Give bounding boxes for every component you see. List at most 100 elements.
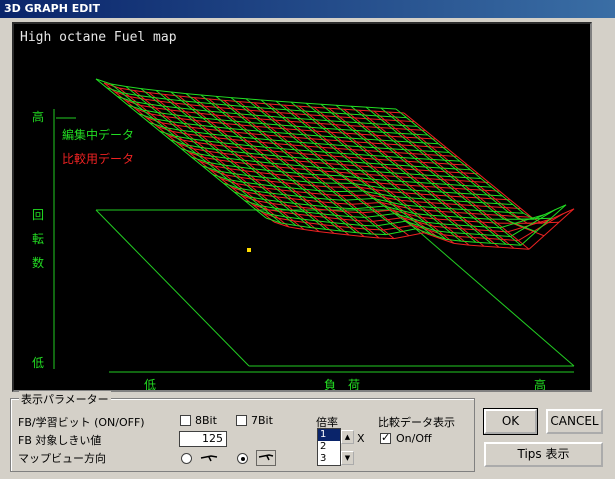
- compare-surface-edge: [328, 163, 344, 166]
- compare-surface-edge: [253, 102, 270, 105]
- edit-surface-edge: [277, 124, 293, 127]
- ok-button[interactable]: OK: [483, 408, 538, 435]
- compare-surface-edge: [356, 141, 372, 144]
- compare-surface-edge: [448, 171, 464, 174]
- x-axis-high-label: 高: [534, 378, 547, 392]
- arrow-down-icon: ▼: [344, 454, 351, 462]
- tips-button[interactable]: Tips 表示: [484, 442, 603, 467]
- edit-surface-edge: [422, 198, 438, 201]
- edit-surface-edge: [316, 111, 332, 114]
- scale-option-3[interactable]: 3: [318, 453, 340, 465]
- compare-surface-edge: [238, 101, 255, 104]
- edit-surface-edge: [296, 172, 312, 175]
- compare-surface-edge: [208, 98, 225, 101]
- scale-option-2[interactable]: 2: [318, 441, 340, 453]
- edit-surface-edge: [416, 181, 432, 184]
- edit-surface-edge: [480, 234, 496, 237]
- edit-surface-edge: [459, 216, 475, 219]
- compare-toggle-checkbox[interactable]: [380, 431, 391, 444]
- compare-surface-edge: [462, 228, 478, 231]
- view-direction-2-radio[interactable]: [237, 453, 248, 464]
- compare-surface-edge: [337, 148, 353, 151]
- compare-surface-edge: [283, 104, 300, 107]
- edit-cursor-marker[interactable]: [247, 248, 251, 252]
- scale-listbox[interactable]: 1 2 3: [317, 428, 341, 466]
- compare-surface-edge: [379, 182, 395, 185]
- compare-surface-edge: [373, 110, 390, 113]
- edit-surface-edge: [444, 159, 460, 162]
- cancel-button[interactable]: CANCEL: [546, 409, 603, 434]
- compare-surface-edge: [264, 110, 280, 114]
- compare-surface-edge: [395, 128, 411, 130]
- threshold-input[interactable]: 125: [179, 431, 227, 447]
- edit-surface-edge: [311, 173, 327, 176]
- graph-3d-view[interactable]: High octane Fuel map 高 回 転 数 低 低 負 荷 高 編…: [12, 22, 592, 392]
- compare-surface-edge: [305, 121, 321, 125]
- edit-surface-edge: [390, 220, 406, 225]
- edit-surface-edge: [389, 148, 405, 151]
- edit-surface-edge: [290, 156, 306, 159]
- edit-surface-edge: [344, 145, 360, 148]
- edit-surface-edge: [495, 235, 511, 238]
- edit-surface-edge: [508, 211, 524, 214]
- scale-down-button[interactable]: ▼: [341, 451, 354, 465]
- compare-surface-edge: [397, 152, 413, 155]
- compare-surface-edge: [407, 160, 423, 163]
- compare-surface-edge: [326, 139, 342, 142]
- surface-plot: [53, 78, 575, 373]
- edit-surface-edge: [493, 210, 509, 213]
- edit-surface-edge: [269, 139, 285, 142]
- compare-toggle-label: On/Off: [396, 432, 432, 445]
- compare-surface-edge: [313, 161, 329, 165]
- edit-surface-edge: [320, 159, 336, 162]
- view-direction-2-icon: [256, 450, 276, 466]
- edit-surface-edge: [292, 125, 308, 128]
- edit-surface-edge: [315, 166, 332, 169]
- compare-surface-edge: [245, 117, 261, 120]
- compare-surface-edge: [368, 228, 384, 231]
- scale-suffix: X: [357, 432, 365, 445]
- compare-surface-edge: [426, 209, 442, 212]
- scale-option-1[interactable]: 1: [318, 429, 340, 441]
- edit-surface-edge: [307, 181, 323, 184]
- view-direction-1-radio[interactable]: [181, 453, 192, 464]
- scale-up-button[interactable]: ▲: [341, 430, 354, 444]
- edit-surface-edge: [380, 163, 396, 166]
- edit-surface-edge: [474, 217, 490, 220]
- bit8-checkbox[interactable]: [180, 415, 191, 426]
- edit-surface-edge: [446, 183, 462, 186]
- edit-surface-edge: [380, 107, 397, 110]
- edit-surface-edge: [222, 111, 238, 115]
- edit-surface-edge: [382, 187, 398, 190]
- edit-surface-edge: [382, 131, 398, 134]
- compare-surface-edge: [498, 246, 515, 249]
- edit-surface-edge: [245, 98, 262, 101]
- compare-surface-edge: [437, 218, 453, 221]
- edit-surface-edge: [339, 152, 355, 155]
- compare-surface-edge: [483, 245, 500, 248]
- compare-surface-edge: [251, 133, 267, 136]
- compare-surface-edge: [388, 167, 404, 170]
- edit-surface-edge: [348, 137, 364, 140]
- compare-surface-edge: [427, 154, 443, 157]
- compare-surface-edge: [473, 237, 489, 240]
- arrow-up-icon: ▲: [344, 433, 351, 441]
- compare-surface-edge: [367, 150, 383, 153]
- edit-surface-edge: [200, 94, 217, 97]
- compare-surface-edge: [468, 244, 485, 247]
- compare-surface-edge: [456, 211, 472, 214]
- bit7-checkbox[interactable]: [236, 415, 247, 426]
- compare-surface-edge: [296, 137, 312, 140]
- edit-surface-edge: [404, 149, 420, 152]
- edit-surface-edge: [324, 206, 340, 209]
- y-axis-low-label: 低: [32, 356, 45, 370]
- compare-surface-edge: [275, 119, 291, 122]
- edit-surface-edge: [455, 168, 471, 171]
- edit-surface-edge: [460, 240, 477, 243]
- compare-surface-edge: [249, 109, 265, 112]
- edit-surface-edge: [267, 115, 283, 118]
- legend-edit-data: 編集中データ: [62, 128, 135, 142]
- compare-surface-edge: [309, 114, 325, 117]
- edit-surface-edge: [408, 141, 424, 144]
- edit-surface-edge: [418, 205, 434, 208]
